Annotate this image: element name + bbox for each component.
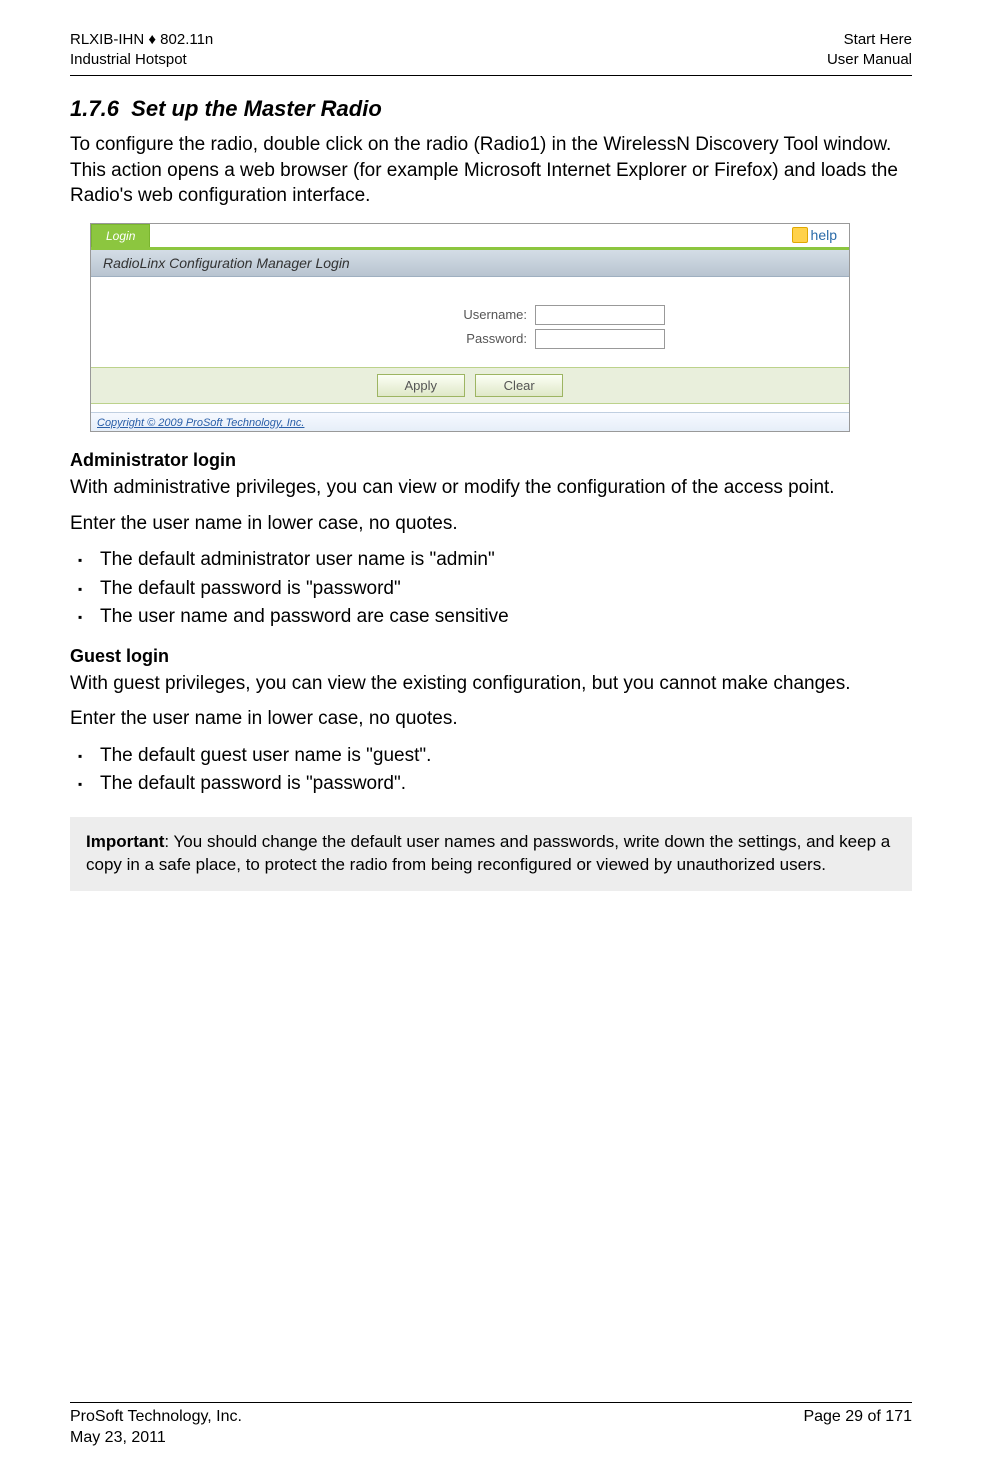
admin-heading: Administrator login xyxy=(70,450,912,471)
password-input[interactable] xyxy=(535,329,665,349)
login-screenshot: Login help RadioLinx Configuration Manag… xyxy=(90,223,850,432)
note-label: Important xyxy=(86,832,164,851)
guest-p1: With guest privileges, you can view the … xyxy=(70,671,912,697)
guest-p2: Enter the user name in lower case, no qu… xyxy=(70,706,912,732)
guest-bullets: The default guest user name is "guest". … xyxy=(70,742,912,799)
list-item: The user name and password are case sens… xyxy=(70,603,912,632)
password-label: Password: xyxy=(275,331,535,346)
guest-heading: Guest login xyxy=(70,646,912,667)
header-left-1: RLXIB-IHN ♦ 802.11n xyxy=(70,30,213,50)
username-input[interactable] xyxy=(535,305,665,325)
clear-button[interactable]: Clear xyxy=(475,374,563,397)
panel-title: RadioLinx Configuration Manager Login xyxy=(91,250,849,277)
header-rule xyxy=(70,75,912,76)
login-tab[interactable]: Login xyxy=(91,224,150,247)
help-icon xyxy=(792,227,808,243)
list-item: The default guest user name is "guest". xyxy=(70,742,912,771)
footer-right-1: Page 29 of 171 xyxy=(803,1407,912,1449)
footer-left-2: May 23, 2011 xyxy=(70,1428,242,1449)
section-heading: 1.7.6 Set up the Master Radio xyxy=(70,96,912,122)
login-form: Username: Password: Apply Clear xyxy=(91,277,849,412)
username-label: Username: xyxy=(275,307,535,322)
list-item: The default password is "password" xyxy=(70,575,912,604)
admin-p1: With administrative privileges, you can … xyxy=(70,475,912,501)
list-item: The default password is "password". xyxy=(70,770,912,799)
page-footer: ProSoft Technology, Inc. May 23, 2011 Pa… xyxy=(70,1402,912,1449)
help-label: help xyxy=(811,227,837,243)
admin-bullets: The default administrator user name is "… xyxy=(70,546,912,632)
section-intro: To configure the radio, double click on … xyxy=(70,132,912,209)
admin-p2: Enter the user name in lower case, no qu… xyxy=(70,511,912,537)
apply-button[interactable]: Apply xyxy=(377,374,465,397)
list-item: The default administrator user name is "… xyxy=(70,546,912,575)
important-note: Important: You should change the default… xyxy=(70,817,912,891)
header-left-2: Industrial Hotspot xyxy=(70,50,213,70)
button-bar: Apply Clear xyxy=(91,367,849,404)
header-right-1: Start Here xyxy=(827,30,912,50)
note-text: : You should change the default user nam… xyxy=(86,832,890,874)
footer-left-1: ProSoft Technology, Inc. xyxy=(70,1407,242,1428)
footer-rule xyxy=(70,1402,912,1403)
help-link[interactable]: help xyxy=(792,227,837,243)
section-title: Set up the Master Radio xyxy=(131,96,382,121)
page-header: RLXIB-IHN ♦ 802.11n Industrial Hotspot S… xyxy=(70,30,912,69)
header-right-2: User Manual xyxy=(827,50,912,70)
section-number: 1.7.6 xyxy=(70,96,119,121)
screenshot-copyright: Copyright © 2009 ProSoft Technology, Inc… xyxy=(91,412,849,431)
